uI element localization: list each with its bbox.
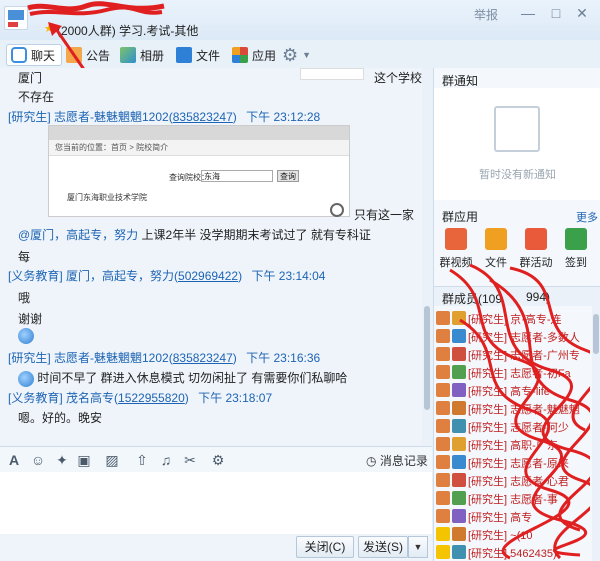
chat-message: 只有这一家 [354, 208, 415, 222]
apps-more-link[interactable]: 更多 [576, 209, 598, 225]
members-scrollbar[interactable] [592, 306, 600, 561]
more-tools-icon[interactable]: ⚙ [210, 452, 226, 468]
tab-files[interactable]: 文件 [176, 44, 220, 66]
chat-message [18, 328, 34, 344]
chat-bubble-icon [11, 47, 27, 63]
chat-message: 不存在 [18, 90, 55, 104]
chat-message: 时间不早了 群进入休息模式 切勿闲扯了 有需要你们私聊哈 [18, 369, 347, 387]
notice-box: 暂时没有新通知 [434, 88, 600, 200]
embedded-screenshot[interactable]: 您当前的位置：首页 > 院校简介 查询院校： 东海 查询 厦门东海职业技术学院 [48, 125, 350, 217]
tab-files-label: 文件 [196, 48, 221, 63]
screenshot-query-box: 东海 [201, 170, 273, 182]
minimize-button[interactable]: — [516, 3, 540, 23]
emoji-icon [18, 370, 34, 387]
message-header: [义务教育] 厦门，高起专，努力(502969422) 下午 23:14:04 [8, 269, 326, 283]
zoom-icon[interactable] [330, 203, 344, 217]
sender-name[interactable]: 志愿者-魅魅魍魍1202( [54, 110, 173, 124]
input-toolbar: A ☺ ✦ ▣ ▨ ⇧ ♫ ✂ ⚙ ◷ 消息记录 ▾ [0, 446, 432, 483]
settings-button[interactable]: ⚙ ▼ [282, 44, 311, 66]
message-time: 下午 23:16:36 [246, 351, 321, 365]
send-options-button[interactable]: ▼ [408, 536, 428, 558]
redaction-scribble [449, 263, 590, 560]
sender-role: [义务教育] [8, 391, 63, 405]
tab-apps-label: 应用 [252, 48, 277, 63]
photo-album-icon [120, 47, 136, 63]
chat-message: 谢谢 [18, 312, 43, 326]
chat-message: 每 [18, 250, 31, 264]
emoji-icon [18, 328, 34, 344]
tab-album-label: 相册 [140, 48, 165, 63]
apps-title: 群应用 [442, 210, 479, 224]
message-input[interactable] [0, 472, 432, 534]
close-window-button[interactable]: ✕ [570, 3, 594, 23]
report-link[interactable]: 举报 [474, 6, 498, 23]
folder-icon [485, 228, 507, 250]
message-header: [义务教育] 茂名高专(1522955820) 下午 23:18:07 [8, 391, 273, 405]
shake-icon[interactable]: ▣ [76, 452, 92, 468]
chat-message: 厦门 [18, 71, 43, 85]
magic-wand-icon[interactable]: ✦ [54, 452, 70, 468]
sender-qq[interactable]: 502969422 [178, 269, 238, 283]
image-icon[interactable]: ▨ [104, 452, 120, 468]
chat-message: 哦 [18, 291, 31, 305]
message-time: 下午 23:14:04 [251, 269, 326, 283]
sender-qq[interactable]: 1522955820 [118, 391, 185, 405]
chat-message: 这个学校 [374, 71, 423, 85]
group-avatar[interactable] [4, 6, 28, 30]
message-time: 下午 23:18:07 [198, 391, 273, 405]
message-header: [研究生] 志愿者-魅魅魍魍1202(835823247) 下午 23:16:3… [8, 351, 321, 365]
chat-message: @厦门，高起专，努力 上课2年半 没学期期末考试过了 就有专科证 [18, 228, 371, 242]
message-header: [研究生] 志愿者-魅魅魍魍1202(835823247) 下午 23:12:2… [8, 110, 321, 124]
sender-role: [义务教育] [8, 269, 63, 283]
mention[interactable]: @厦门，高起专，努力 [18, 228, 138, 242]
message-time: 下午 23:12:28 [246, 110, 321, 124]
sender-role: [研究生] [8, 110, 51, 124]
chat-message: 嗯。好的。晚安 [18, 411, 103, 425]
sender-qq[interactable]: 835823247 [173, 110, 233, 124]
tab-album[interactable]: 相册 [120, 44, 164, 66]
tab-apps[interactable]: 应用 [232, 44, 276, 66]
chat-history[interactable]: 厦门 这个学校 不存在 [研究生] 志愿者-魅魅魍魍1202(835823247… [0, 68, 432, 446]
screenshot-query-button: 查询 [277, 170, 299, 182]
screenshot-breadcrumb: 您当前的位置：首页 > 院校简介 [49, 140, 349, 156]
notice-title: 群通知 [442, 74, 479, 88]
redaction-scribble [27, 1, 165, 16]
apps-grid-icon [232, 47, 248, 63]
sender-role: [研究生] [8, 351, 51, 365]
cropped-image [300, 68, 364, 80]
gear-icon: ⚙ [282, 44, 299, 65]
activity-icon [525, 228, 547, 250]
sender-qq[interactable]: 835823247 [173, 351, 233, 365]
bottom-bar: 关闭(C) 发送(S) ▼ [0, 534, 432, 561]
maximize-button[interactable]: □ [544, 3, 568, 23]
smiley-icon[interactable]: ☺ [30, 452, 46, 468]
screenshot-result: 厦门东海职业技术学院 [67, 193, 147, 202]
sender-name[interactable]: 志愿者-魅魅魍魍1202( [54, 351, 173, 365]
notice-board-icon [494, 106, 540, 152]
send-button[interactable]: 发送(S) [358, 536, 408, 558]
video-icon [445, 228, 467, 250]
scissors-icon[interactable]: ✂ [182, 452, 198, 468]
upload-icon[interactable]: ⇧ [134, 452, 150, 468]
font-icon[interactable]: A [6, 452, 22, 468]
notice-empty-text: 暂时没有新通知 [479, 169, 556, 181]
close-button[interactable]: 关闭(C) [296, 536, 354, 558]
chat-scrollbar[interactable] [422, 68, 432, 446]
sender-name[interactable]: 茂名高专( [66, 391, 118, 405]
checkin-icon [565, 228, 587, 250]
folder-icon [176, 47, 192, 63]
sender-name[interactable]: 厦门，高起专，努力( [66, 269, 178, 283]
music-icon[interactable]: ♫ [158, 452, 174, 468]
